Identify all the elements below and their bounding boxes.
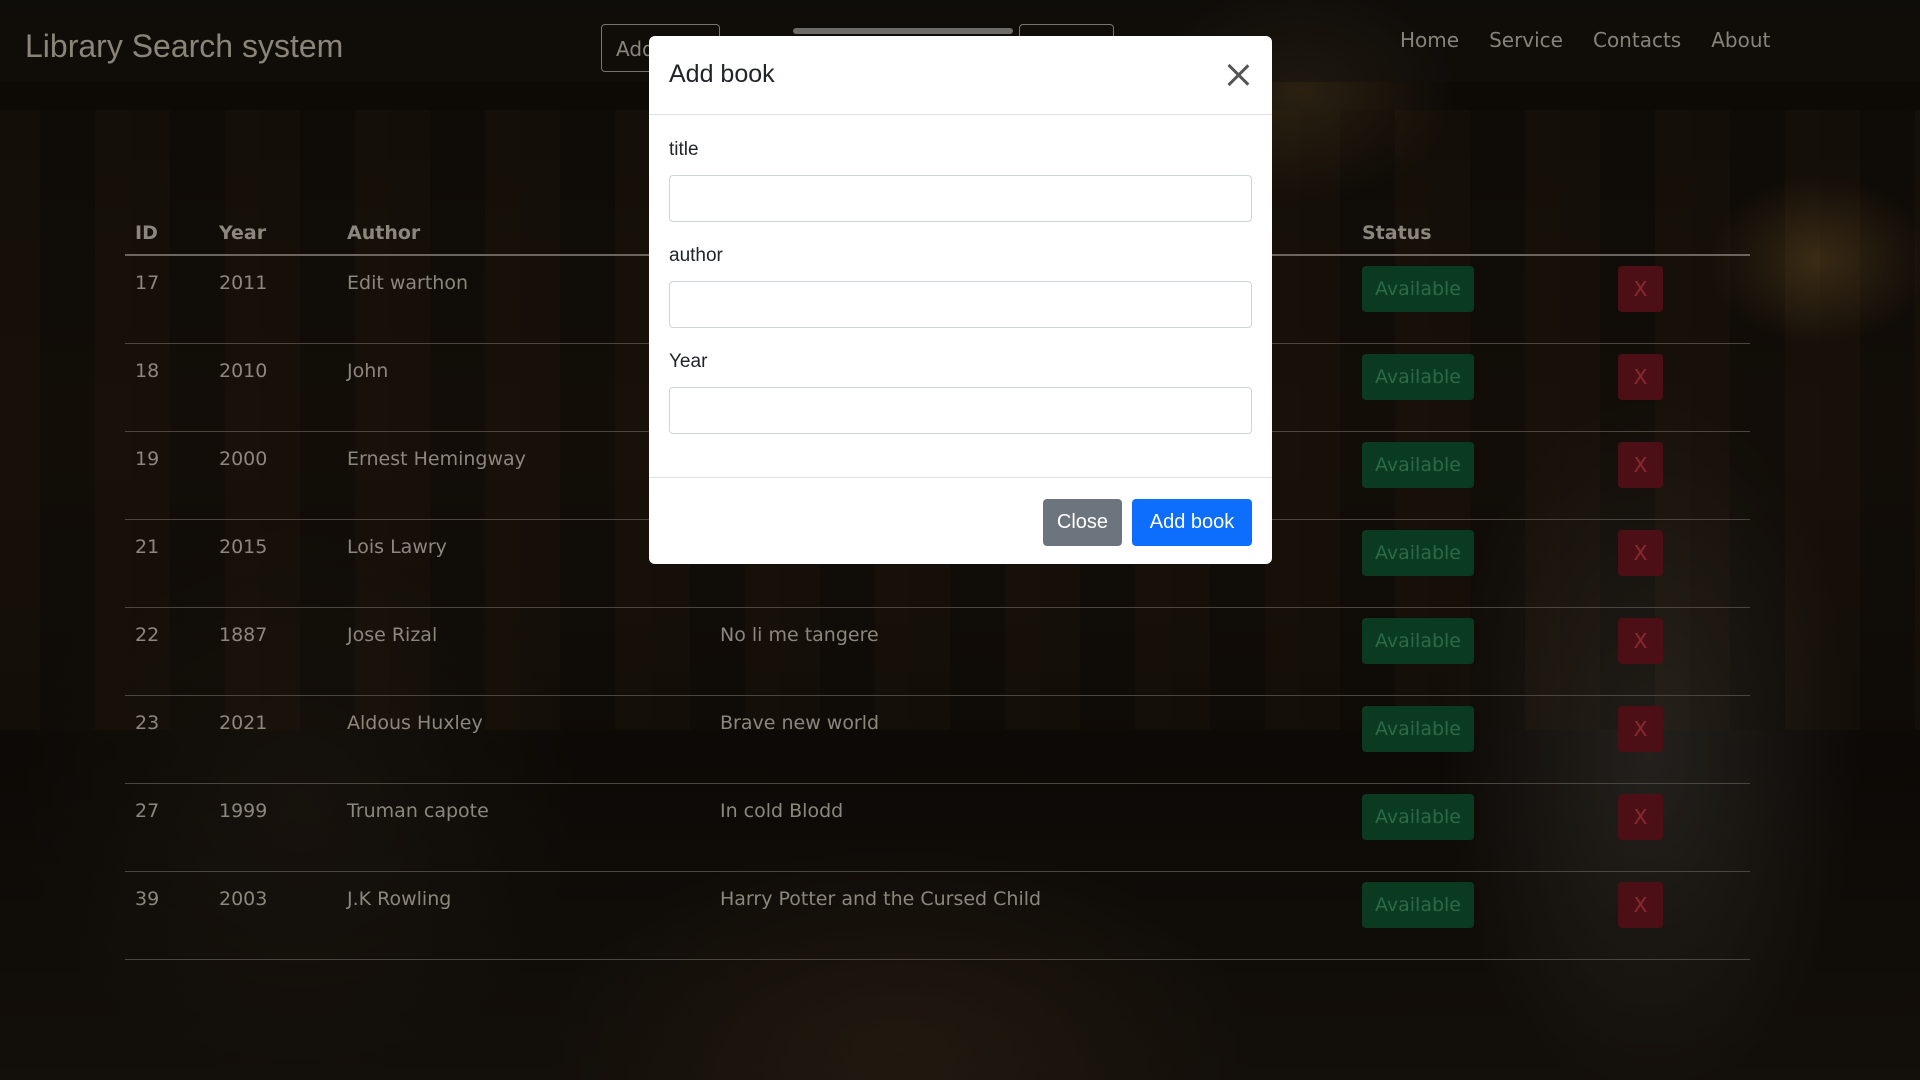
header-id: ID xyxy=(135,222,158,244)
add-book-modal: Add book title author Year Close Add boo… xyxy=(649,36,1272,564)
cell-year: 2003 xyxy=(219,888,268,910)
year-input[interactable] xyxy=(669,387,1252,434)
cell-actions: X xyxy=(1618,256,1750,343)
nav-link-about[interactable]: About xyxy=(1711,28,1770,52)
cell-author: Truman capote xyxy=(347,800,489,822)
cell-status: Available xyxy=(1352,432,1618,519)
form-group-year: Year xyxy=(669,351,1252,434)
nav-links: Home Service Contacts About xyxy=(1400,28,1770,52)
delete-button[interactable]: X xyxy=(1618,442,1663,488)
modal-title: Add book xyxy=(669,60,775,88)
table-row: 23 2021 Aldous Huxley Brave new world Availa… xyxy=(125,696,1750,784)
header-year: Year xyxy=(219,222,267,244)
table-row: 39 2003 J.K Rowling Harry Potter and the Cu… xyxy=(125,872,1750,960)
delete-button[interactable]: X xyxy=(1618,882,1663,928)
delete-button[interactable]: X xyxy=(1618,706,1663,752)
cell-title: No li me tangere xyxy=(720,624,879,646)
cell-year: 2011 xyxy=(219,272,268,294)
cell-actions: X xyxy=(1618,432,1750,519)
cell-status: Available xyxy=(1352,608,1618,695)
cell-id: 18 xyxy=(135,360,160,382)
search-input[interactable] xyxy=(793,28,1013,34)
cell-status: Available xyxy=(1352,520,1618,607)
cell-id: 19 xyxy=(135,448,160,470)
title-label: title xyxy=(669,139,699,160)
delete-button[interactable]: X xyxy=(1618,530,1663,576)
cell-year: 2010 xyxy=(219,360,268,382)
cell-author: Aldous Huxley xyxy=(347,712,483,734)
modal-footer: Close Add book xyxy=(649,478,1272,563)
cell-year: 1887 xyxy=(219,624,268,646)
cell-author: J.K Rowling xyxy=(347,888,452,910)
form-group-title: title xyxy=(669,139,1252,222)
status-badge[interactable]: Available xyxy=(1362,706,1474,752)
cell-status: Available xyxy=(1352,696,1618,783)
author-label: author xyxy=(669,245,723,266)
cell-status: Available xyxy=(1352,784,1618,871)
delete-button[interactable]: X xyxy=(1618,354,1663,400)
cell-actions: X xyxy=(1618,608,1750,695)
brand-title: Library Search system xyxy=(25,28,344,64)
cell-title: Brave new world xyxy=(720,712,880,734)
cell-id: 23 xyxy=(135,712,160,734)
cell-status: Available xyxy=(1352,344,1618,431)
cell-status: Available xyxy=(1352,872,1618,959)
table-row: 22 1887 Jose Rizal No li me tangere Availabl… xyxy=(125,608,1750,696)
status-badge[interactable]: Available xyxy=(1362,794,1474,840)
nav-link-home[interactable]: Home xyxy=(1400,28,1459,52)
modal-body: title author Year xyxy=(649,115,1272,478)
cell-year: 1999 xyxy=(219,800,268,822)
cell-id: 39 xyxy=(135,888,160,910)
delete-button[interactable]: X xyxy=(1618,794,1663,840)
status-badge[interactable]: Available xyxy=(1362,530,1474,576)
cell-year: 2015 xyxy=(219,536,268,558)
author-input[interactable] xyxy=(669,281,1252,328)
close-icon[interactable] xyxy=(1224,60,1254,90)
header-status: Status xyxy=(1362,222,1432,244)
status-badge[interactable]: Available xyxy=(1362,442,1474,488)
cell-id: 21 xyxy=(135,536,160,558)
nav-link-service[interactable]: Service xyxy=(1489,28,1563,52)
cell-actions: X xyxy=(1618,344,1750,431)
delete-button[interactable]: X xyxy=(1618,618,1663,664)
title-input[interactable] xyxy=(669,175,1252,222)
modal-header: Add book xyxy=(649,36,1272,115)
delete-button[interactable]: X xyxy=(1618,266,1663,312)
cell-title: Harry Potter and the Cursed Child xyxy=(720,888,1042,910)
cell-actions: X xyxy=(1618,784,1750,871)
cell-status: Available xyxy=(1352,256,1618,343)
year-label: Year xyxy=(669,351,708,372)
close-button[interactable]: Close xyxy=(1043,499,1122,546)
status-badge[interactable]: Available xyxy=(1362,354,1474,400)
table-row: 27 1999 Truman capote In cold Blodd Availabl… xyxy=(125,784,1750,872)
cell-year: 2000 xyxy=(219,448,268,470)
cell-author: Jose Rizal xyxy=(347,624,438,646)
form-group-author: author xyxy=(669,245,1252,328)
cell-actions: X xyxy=(1618,696,1750,783)
cell-id: 17 xyxy=(135,272,160,294)
add-book-button[interactable]: Add book xyxy=(1132,499,1252,546)
cell-year: 2021 xyxy=(219,712,268,734)
status-badge[interactable]: Available xyxy=(1362,266,1474,312)
cell-id: 22 xyxy=(135,624,160,646)
header-actions xyxy=(1618,218,1750,254)
cell-title: In cold Blodd xyxy=(720,800,844,822)
status-badge[interactable]: Available xyxy=(1362,882,1474,928)
cell-id: 27 xyxy=(135,800,160,822)
cell-actions: X xyxy=(1618,520,1750,607)
nav-link-contacts[interactable]: Contacts xyxy=(1593,28,1681,52)
status-badge[interactable]: Available xyxy=(1362,618,1474,664)
cell-actions: X xyxy=(1618,872,1750,959)
